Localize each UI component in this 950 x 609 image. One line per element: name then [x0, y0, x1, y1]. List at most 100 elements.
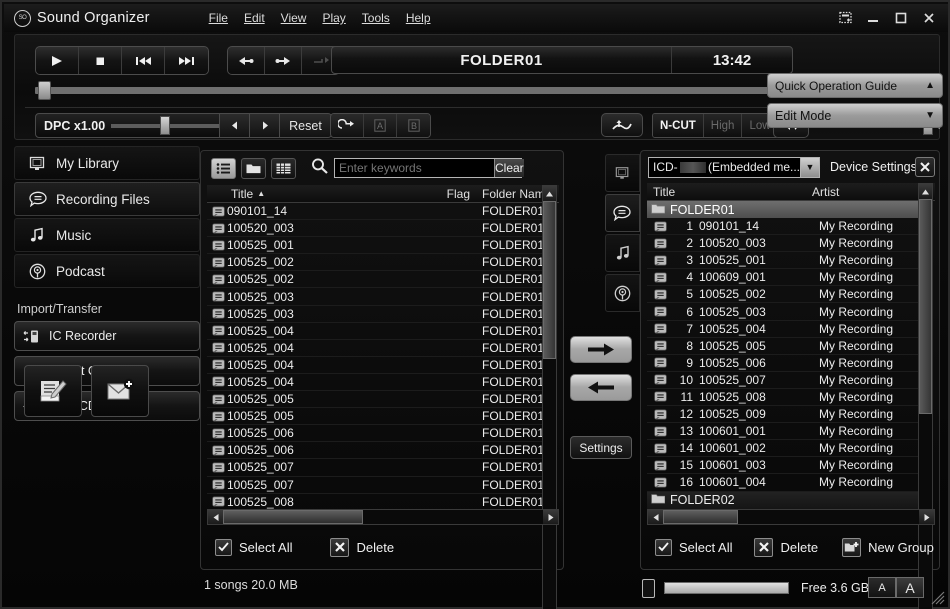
menu-tools[interactable]: Tools [355, 8, 397, 28]
close-icon[interactable] [916, 7, 942, 29]
table-row[interactable]: 090101_14 FOLDER01 [207, 203, 544, 221]
device-horizontal-scrollbar[interactable] [647, 509, 935, 525]
scroll-right-icon[interactable] [919, 510, 934, 524]
menu-help[interactable]: Help [399, 8, 438, 28]
ncut-label[interactable]: N-CUT [653, 114, 704, 137]
dpc-decrease-icon[interactable] [219, 114, 250, 137]
table-row[interactable]: 100525_004 FOLDER01 [207, 323, 544, 340]
table-row[interactable]: 13 100601_001 My Recording [647, 423, 919, 441]
import-item-ic-recorder[interactable]: IC Recorder [14, 321, 200, 351]
table-row[interactable]: 15 100601_003 My Recording [647, 457, 919, 475]
column-header-artist[interactable]: Artist [812, 185, 935, 199]
checkbox-icon[interactable] [655, 538, 672, 556]
checkbox-icon[interactable] [215, 538, 232, 556]
table-row[interactable]: 7 100525_004 My Recording [647, 321, 919, 338]
quick-operation-guide-button[interactable]: Quick Operation Guide ▲ [767, 73, 943, 98]
table-row[interactable]: 100525_002 FOLDER01 [207, 271, 544, 289]
menu-play[interactable]: Play [315, 8, 352, 28]
edit-memo-button[interactable] [24, 365, 82, 417]
sidebar-item-podcast[interactable]: Podcast [14, 254, 200, 288]
settings-button[interactable]: Settings [570, 436, 632, 459]
dpc-reset-button[interactable]: Reset [279, 114, 331, 137]
loop-icon[interactable] [331, 114, 364, 137]
device-close-icon[interactable] [915, 157, 935, 177]
table-row[interactable]: 100525_002 FOLDER01 [207, 254, 544, 272]
table-row[interactable]: 4 100609_001 My Recording [647, 269, 919, 287]
device-select-all[interactable]: Select All [655, 538, 732, 556]
table-row[interactable]: 100520_003 FOLDER01 [207, 220, 544, 238]
font-size-small-button[interactable]: A [868, 577, 896, 598]
scrollbar-thumb[interactable] [543, 201, 556, 359]
device-group-row[interactable]: FOLDER01 [647, 201, 919, 218]
device-delete-button[interactable]: Delete [754, 537, 818, 557]
table-row[interactable]: 100525_001 FOLDER01 [207, 237, 544, 255]
table-row[interactable]: 100525_005 FOLDER01 [207, 391, 544, 409]
table-row[interactable]: 10 100525_007 My Recording [647, 372, 919, 389]
play-icon[interactable] [36, 47, 79, 74]
transfer-to-library-button[interactable] [570, 374, 632, 401]
device-tab-recording-files[interactable] [605, 194, 640, 232]
seek-slider[interactable] [35, 81, 793, 100]
folder-view-icon[interactable] [241, 157, 266, 179]
table-row[interactable]: 14 100601_002 My Recording [647, 440, 919, 458]
sidebar-item-my-library[interactable]: My Library [14, 146, 200, 180]
maximize-icon[interactable] [888, 7, 914, 29]
table-row[interactable]: 5 100525_002 My Recording [647, 286, 919, 304]
scroll-left-icon[interactable] [208, 510, 223, 524]
dpc-increase-icon[interactable] [249, 114, 280, 137]
chevron-down-icon[interactable]: ▼ [800, 157, 819, 177]
device-new-group-button[interactable]: New Group [842, 537, 934, 557]
font-size-large-button[interactable]: A [896, 577, 924, 598]
scrollbar-track[interactable] [663, 510, 919, 524]
device-settings-button[interactable]: Device Settings [827, 158, 920, 176]
menu-edit[interactable]: Edit [237, 8, 272, 28]
menu-view[interactable]: View [274, 8, 314, 28]
table-row[interactable]: 8 100525_005 My Recording [647, 338, 919, 355]
window-resize-handle[interactable] [931, 591, 945, 605]
table-row[interactable]: 100525_007 FOLDER01 [207, 477, 544, 494]
device-tab-my-library[interactable] [605, 154, 640, 192]
previous-track-icon[interactable] [122, 47, 165, 74]
column-header-title[interactable]: Title ▲ [207, 187, 412, 201]
library-select-all[interactable]: Select All [215, 538, 292, 556]
scroll-left-icon[interactable] [648, 510, 663, 524]
seek-thumb[interactable] [38, 81, 51, 100]
scroll-up-icon[interactable] [919, 184, 932, 199]
table-row[interactable]: 100525_004 FOLDER01 [207, 357, 544, 374]
table-row[interactable]: 12 100525_009 My Recording [647, 406, 919, 424]
table-row[interactable]: 1 090101_14 My Recording [647, 218, 919, 236]
next-track-icon[interactable] [165, 47, 208, 74]
menu-file[interactable]: File [202, 8, 235, 28]
table-row[interactable]: 16 100601_004 My Recording [647, 474, 919, 492]
table-row[interactable]: 100525_004 FOLDER01 [207, 374, 544, 392]
table-row[interactable]: 6 100525_003 My Recording [647, 303, 919, 321]
library-horizontal-scrollbar[interactable] [207, 509, 559, 525]
restore-down-icon[interactable] [832, 7, 858, 29]
device-selector-dropdown[interactable]: ICD- (Embedded me... ▼ [648, 156, 820, 178]
column-header-title[interactable]: Title [647, 185, 812, 199]
device-group-row[interactable]: FOLDER02 [647, 491, 919, 509]
scroll-right-icon[interactable] [543, 510, 558, 524]
noise-cut-toggle-icon[interactable] [601, 113, 643, 137]
table-row[interactable]: 100525_004 FOLDER01 [207, 340, 544, 357]
table-row[interactable]: 2 100520_003 My Recording [647, 235, 919, 253]
scrollbar-thumb[interactable] [663, 510, 738, 524]
scrollbar-track[interactable] [223, 510, 543, 524]
library-delete-button[interactable]: Delete [330, 537, 394, 557]
table-row[interactable]: 100525_005 FOLDER01 [207, 408, 544, 426]
detail-view-icon[interactable] [271, 157, 296, 179]
stop-icon[interactable] [79, 47, 122, 74]
dpc-thumb[interactable] [160, 116, 171, 135]
scrollbar-thumb[interactable] [919, 199, 932, 414]
sidebar-item-recording-files[interactable]: Recording Files [14, 182, 200, 216]
edit-mode-dropdown[interactable]: Edit Mode ▼ [767, 103, 943, 128]
table-row[interactable]: 100525_007 FOLDER01 [207, 459, 544, 477]
jump-back-icon[interactable] [228, 47, 265, 74]
list-view-icon[interactable] [211, 157, 236, 179]
device-tab-podcast[interactable] [605, 274, 640, 312]
table-row[interactable]: 11 100525_008 My Recording [647, 389, 919, 407]
repeat-point-b-button[interactable]: B [397, 114, 430, 137]
search-input[interactable] [335, 161, 494, 175]
scrollbar-thumb[interactable] [223, 510, 363, 524]
sidebar-item-music[interactable]: Music [14, 218, 200, 252]
